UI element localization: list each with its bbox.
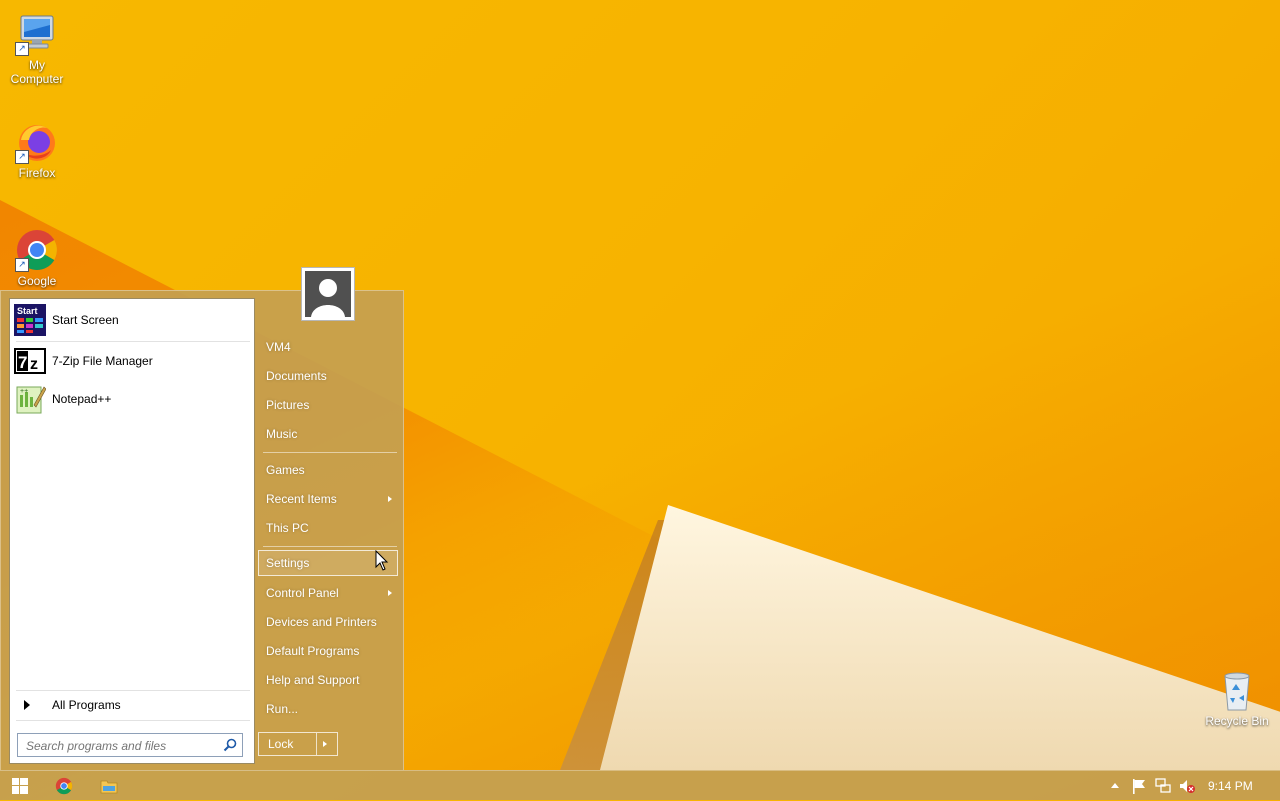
all-programs-label: All Programs	[52, 698, 121, 712]
menu-item-pictures[interactable]: Pictures	[258, 392, 398, 418]
menu-item-documents[interactable]: Documents	[258, 363, 398, 389]
user-account-picture[interactable]	[301, 267, 355, 321]
search-programs-box[interactable]	[17, 733, 243, 757]
menu-separator	[263, 546, 397, 547]
action-center-flag-icon[interactable]	[1130, 777, 1148, 795]
desktop-icon-label: Recycle Bin	[1205, 714, 1269, 728]
all-programs-separator	[16, 690, 250, 691]
desktop-icon-recycle-bin[interactable]: Recycle Bin	[1200, 668, 1274, 728]
program-label: 7-Zip File Manager	[52, 354, 153, 368]
taskbar-clock[interactable]: 9:14 PM	[1208, 771, 1253, 801]
menu-item-label: This PC	[266, 521, 309, 535]
firefox-icon: ↗	[15, 120, 59, 164]
start-button[interactable]	[0, 774, 40, 798]
taskbar-file-explorer-button[interactable]	[89, 774, 129, 798]
start-screen-icon: Start	[14, 304, 46, 336]
file-explorer-icon	[100, 780, 118, 794]
menu-item-label: Recent Items	[266, 492, 337, 506]
menu-item-control-panel[interactable]: Control Panel	[258, 580, 398, 606]
menu-item-label: Run...	[266, 702, 299, 716]
menu-item-label: Pictures	[266, 398, 310, 412]
menu-item-music[interactable]: Music	[258, 421, 398, 447]
my-computer-icon: ↗	[15, 12, 59, 56]
wallpaper-paper-fold	[600, 505, 1280, 770]
menu-item-label: Help and Support	[266, 673, 360, 687]
7zip-icon: 7 z	[14, 345, 46, 377]
menu-item-label: Settings	[266, 556, 310, 570]
lock-button-divider	[316, 733, 317, 755]
start-menu: Start Start Screen 7 z 7-Zip File Manage…	[0, 267, 404, 771]
menu-item-default-programs[interactable]: Default Programs	[258, 638, 398, 664]
recycle-bin-icon	[1215, 668, 1259, 712]
program-notepad-plus-plus[interactable]: ++ Notepad++	[14, 382, 250, 416]
programs-pane: Start Start Screen 7 z 7-Zip File Manage…	[9, 298, 255, 764]
desktop-icon-label: My Computer	[10, 58, 64, 86]
chrome-icon: ↗	[15, 228, 59, 272]
menu-item-label: Devices and Printers	[266, 615, 377, 629]
program-label: Start Screen	[52, 313, 119, 327]
program-label: Notepad++	[52, 392, 112, 406]
desktop-icon-firefox[interactable]: ↗ Firefox	[0, 120, 74, 180]
svg-text:z: z	[30, 356, 38, 373]
show-hidden-icons-chevron[interactable]	[1106, 777, 1124, 795]
svg-text:7: 7	[18, 353, 27, 372]
desktop-icon-my-computer[interactable]: ↗ My Computer	[0, 12, 74, 86]
menu-item-label: Music	[266, 427, 298, 441]
menu-item-vm4[interactable]: VM4	[258, 334, 398, 360]
submenu-arrow-icon	[388, 496, 392, 502]
notepad-plus-plus-icon: ++	[14, 383, 47, 415]
menu-separator	[263, 452, 397, 453]
menu-item-label: VM4	[266, 340, 291, 354]
user-avatar-icon	[305, 271, 351, 317]
search-separator	[16, 720, 250, 721]
menu-item-label: Default Programs	[266, 644, 360, 658]
menu-item-help-and-support[interactable]: Help and Support	[258, 667, 398, 693]
network-icon[interactable]	[1154, 777, 1172, 795]
svg-text:++: ++	[20, 388, 28, 395]
menu-item-label: Documents	[266, 369, 327, 383]
all-programs-button[interactable]: All Programs	[14, 694, 250, 716]
svg-text:Start: Start	[17, 306, 38, 316]
desktop-icon-google-chrome[interactable]: ↗ Google	[0, 228, 74, 288]
desktop-icon-label: Firefox	[18, 166, 56, 180]
volume-muted-icon[interactable]	[1178, 777, 1196, 795]
taskbar-chrome-button[interactable]	[44, 774, 84, 798]
menu-item-run[interactable]: Run...	[258, 696, 398, 722]
desktop-icon-label: Google	[17, 274, 57, 288]
menu-item-devices-and-printers[interactable]: Devices and Printers	[258, 609, 398, 635]
pinned-separator	[16, 341, 250, 342]
mouse-pointer-icon	[375, 550, 389, 571]
menu-item-games[interactable]: Games	[258, 457, 398, 483]
chrome-icon	[55, 777, 73, 795]
menu-item-label: Control Panel	[266, 586, 339, 600]
expand-arrow-icon	[24, 700, 30, 710]
search-icon[interactable]	[223, 738, 237, 752]
windows-start-icon	[12, 778, 28, 794]
power-options-arrow-icon[interactable]	[323, 741, 327, 747]
program-start-screen[interactable]: Start Start Screen	[14, 303, 250, 337]
taskbar: 9:14 PM	[0, 770, 1280, 800]
menu-item-recent-items[interactable]: Recent Items	[258, 486, 398, 512]
lock-button[interactable]: Lock	[258, 732, 338, 756]
menu-item-label: Games	[266, 463, 305, 477]
program-7zip[interactable]: 7 z 7-Zip File Manager	[14, 344, 250, 378]
submenu-arrow-icon	[388, 590, 392, 596]
menu-item-this-pc[interactable]: This PC	[258, 515, 398, 541]
lock-button-label: Lock	[268, 737, 294, 751]
search-input[interactable]	[24, 735, 218, 757]
